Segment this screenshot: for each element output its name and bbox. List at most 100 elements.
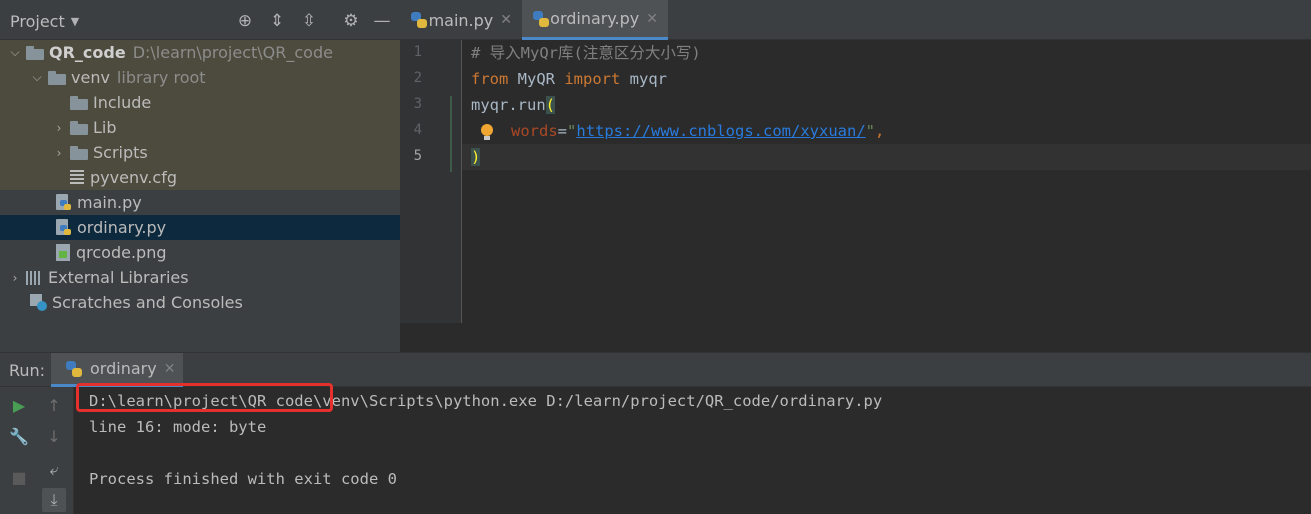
close-icon[interactable]: ✕ bbox=[164, 361, 176, 377]
run-toolbar: ▶ ↑ 🔧 ↓ ⤶ ■ ⤓ bbox=[0, 387, 74, 514]
tree-item-main-py[interactable]: main.py bbox=[0, 190, 400, 215]
console-line: Process finished with exit code 0 bbox=[89, 470, 397, 488]
chevron-right-icon[interactable]: › bbox=[52, 146, 66, 160]
tree-item-ordinary-py[interactable]: ordinary.py bbox=[0, 215, 400, 240]
console-line: line 16: mode: byte bbox=[89, 418, 267, 436]
project-title-label: Project bbox=[10, 11, 65, 31]
code-editor[interactable]: 1 2 3 4 5 # 导入MyQr库(注意区分大小写) from MyQR i… bbox=[400, 40, 1311, 352]
chevron-down-icon[interactable]: ⌵ bbox=[8, 45, 22, 60]
tab-main-py[interactable]: main.py ✕ bbox=[400, 0, 522, 40]
module-name: MyQR bbox=[508, 70, 565, 88]
code-line-5: ) bbox=[471, 144, 481, 170]
run-label: Run: bbox=[9, 361, 46, 380]
tree-item-label: Scripts bbox=[93, 143, 148, 162]
tree-item-label: pyvenv.cfg bbox=[90, 168, 177, 187]
folder-icon bbox=[48, 70, 66, 85]
run-tab-label: ordinary bbox=[90, 359, 157, 378]
imported-name: myqr bbox=[620, 70, 667, 88]
close-paren: ) bbox=[471, 148, 481, 166]
tree-item-label: Scratches and Consoles bbox=[52, 293, 243, 312]
tab-ordinary-py[interactable]: ordinary.py ✕ bbox=[522, 0, 668, 40]
tree-item-scripts[interactable]: › Scripts bbox=[0, 140, 400, 165]
fold-marker bbox=[450, 96, 452, 172]
stop-icon[interactable]: ■ bbox=[7, 465, 31, 489]
keyword-from: from bbox=[471, 70, 509, 88]
tree-item-lib[interactable]: › Lib bbox=[0, 115, 400, 140]
tree-item-scratches[interactable]: Scratches and Consoles bbox=[0, 290, 400, 315]
python-file-icon bbox=[56, 193, 72, 212]
run-header: Run: ordinary ✕ bbox=[0, 353, 1311, 387]
arrow-down-icon[interactable]: ↓ bbox=[42, 424, 66, 448]
current-line-highlight bbox=[462, 144, 1311, 170]
hide-panel-icon[interactable]: — bbox=[371, 10, 393, 32]
scratches-icon bbox=[30, 294, 47, 311]
project-header: Project ▼ ⊕ ⇕ ⇳ ⚙ — bbox=[0, 0, 400, 40]
expand-all-icon[interactable]: ⇕ bbox=[266, 10, 288, 32]
tree-item-label: ordinary.py bbox=[77, 218, 167, 237]
lightbulb-icon[interactable] bbox=[479, 124, 495, 142]
code-line-4: words="https://www.cnblogs.com/xyxuan/", bbox=[511, 118, 884, 144]
close-icon[interactable]: ✕ bbox=[646, 11, 658, 27]
tree-item-label: External Libraries bbox=[48, 268, 189, 287]
line-number: 3 bbox=[413, 96, 422, 112]
gear-icon[interactable]: ⚙ bbox=[340, 10, 362, 32]
string-quote: " bbox=[865, 122, 875, 140]
tree-item-label: qrcode.png bbox=[76, 243, 167, 262]
param-name: words bbox=[511, 122, 558, 140]
editor-bottom-area bbox=[400, 323, 1311, 352]
tree-item-pyvenv-cfg[interactable]: pyvenv.cfg bbox=[0, 165, 400, 190]
tree-item-label: Lib bbox=[93, 118, 117, 137]
config-file-icon bbox=[70, 169, 84, 186]
chevron-down-icon: ▼ bbox=[70, 14, 80, 28]
line-number: 5 bbox=[413, 148, 422, 164]
python-icon bbox=[65, 360, 83, 378]
tree-item-qrcode-png[interactable]: qrcode.png bbox=[0, 240, 400, 265]
locate-icon[interactable]: ⊕ bbox=[234, 10, 256, 32]
folder-icon bbox=[70, 145, 88, 160]
tree-item-qr-code[interactable]: ⌵ QR_code D:\learn\project\QR_code bbox=[0, 40, 400, 65]
folder-icon bbox=[70, 95, 88, 110]
annotation-highlight-box bbox=[76, 383, 333, 412]
close-icon[interactable]: ✕ bbox=[500, 12, 512, 28]
line-number: 4 bbox=[413, 122, 422, 138]
open-paren: ( bbox=[545, 96, 555, 114]
wrench-icon[interactable]: 🔧 bbox=[7, 424, 31, 448]
tree-item-path: D:\learn\project\QR_code bbox=[132, 43, 333, 62]
python-file-icon bbox=[56, 218, 72, 237]
tree-item-hint: library root bbox=[116, 68, 206, 87]
tree-item-venv[interactable]: ⌵ venv library root bbox=[0, 65, 400, 90]
chevron-right-icon[interactable]: › bbox=[8, 271, 22, 285]
tab-label: main.py bbox=[428, 10, 494, 30]
tab-label: ordinary.py bbox=[550, 9, 640, 28]
tree-item-external-libraries[interactable]: › External Libraries bbox=[0, 265, 400, 290]
chevron-right-icon[interactable]: › bbox=[52, 121, 66, 135]
folder-icon bbox=[70, 120, 88, 135]
tree-item-label: venv bbox=[71, 68, 110, 87]
python-file-icon bbox=[410, 11, 427, 29]
tree-item-label: main.py bbox=[77, 193, 142, 212]
keyword-import: import bbox=[564, 70, 621, 88]
project-view-selector[interactable]: Project ▼ bbox=[10, 10, 79, 32]
project-panel: Project ▼ ⊕ ⇕ ⇳ ⚙ — ⌵ QR_code D:\learn\p… bbox=[0, 0, 400, 352]
scroll-to-end-icon[interactable]: ⤓ bbox=[42, 488, 66, 512]
equals-sign: = bbox=[557, 122, 568, 140]
url-link[interactable]: https://www.cnblogs.com/xyxuan/ bbox=[576, 122, 865, 140]
run-panel: Run: ordinary ✕ ▶ ↑ 🔧 ↓ ⤶ ■ ⤓ D:\learn\p… bbox=[0, 352, 1311, 514]
line-number: 2 bbox=[413, 70, 422, 86]
run-tab-ordinary[interactable]: ordinary ✕ bbox=[51, 353, 183, 387]
code-comment: # 导入MyQr库(注意区分大小写) bbox=[471, 44, 701, 62]
collapse-all-icon[interactable]: ⇳ bbox=[298, 10, 320, 32]
string-quote: " bbox=[567, 122, 577, 140]
comma: , bbox=[875, 122, 885, 140]
code-line-2: from MyQR import myqr bbox=[471, 66, 667, 92]
chevron-down-icon[interactable]: ⌵ bbox=[30, 70, 44, 85]
arrow-up-icon[interactable]: ↑ bbox=[42, 393, 66, 417]
line-number: 1 bbox=[413, 44, 422, 60]
tree-item-label: QR_code bbox=[49, 43, 126, 62]
code-line-3: myqr.run( bbox=[471, 92, 555, 118]
soft-wrap-icon[interactable]: ⤶ bbox=[42, 458, 66, 482]
rerun-icon[interactable]: ▶ bbox=[7, 393, 31, 417]
library-icon bbox=[26, 270, 42, 285]
image-file-icon bbox=[56, 244, 70, 261]
tree-item-include[interactable]: Include bbox=[0, 90, 400, 115]
